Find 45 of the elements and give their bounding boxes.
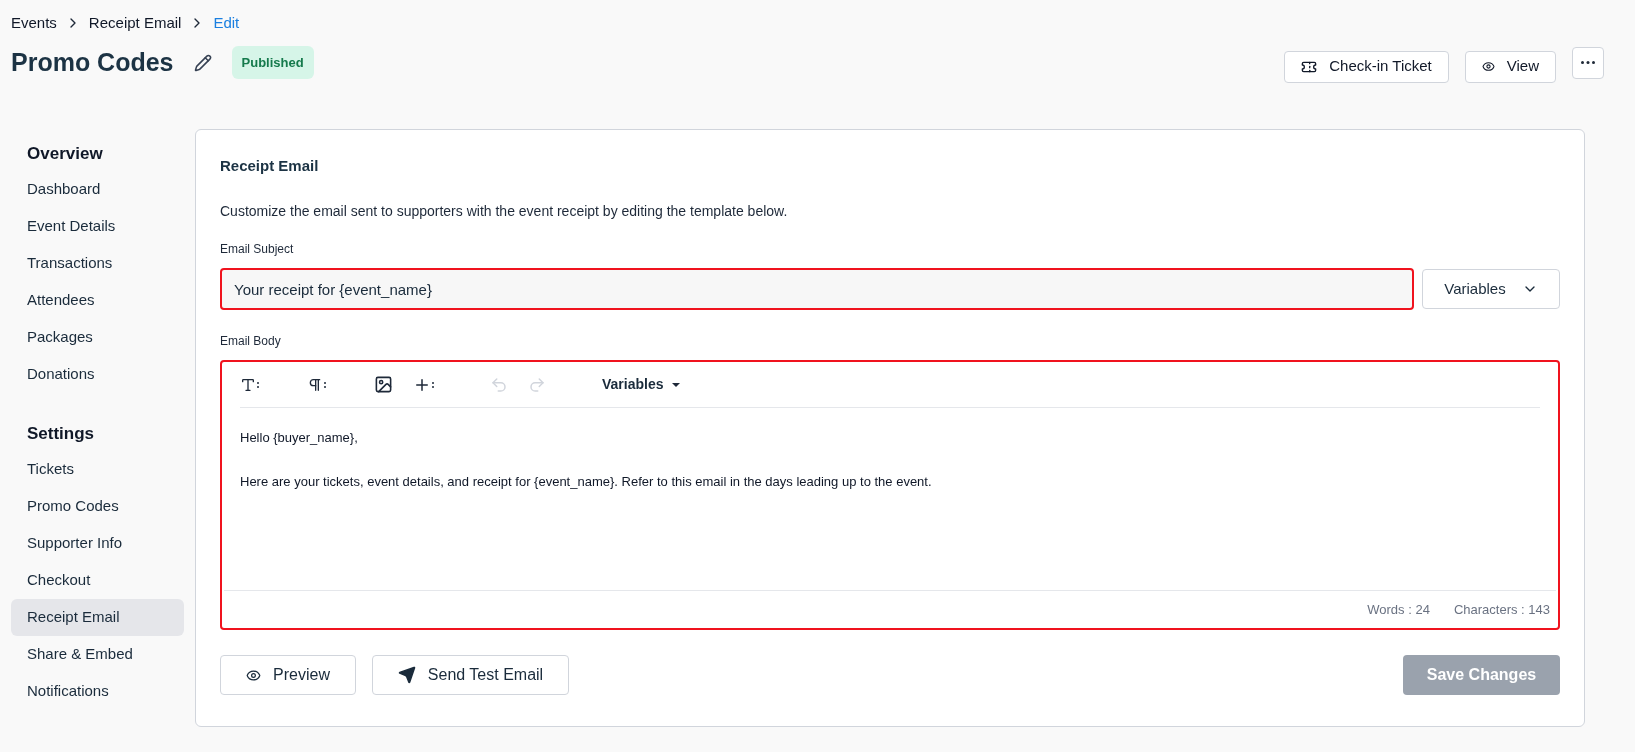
sidebar-item[interactable]: Event Details — [11, 207, 184, 245]
sidebar-item[interactable]: Packages — [11, 318, 184, 356]
eye-icon — [246, 667, 262, 683]
sidebar-item[interactable]: Transactions — [11, 244, 184, 282]
page-title: Promo Codes — [11, 46, 174, 78]
sidebar-item[interactable]: Notifications — [11, 672, 184, 710]
view-button[interactable]: View — [1464, 50, 1556, 83]
sidebar-item[interactable]: Checkout — [11, 561, 184, 599]
check-in-ticket-button[interactable]: Check-in Ticket — [1284, 50, 1449, 83]
field-label: Email Subject — [220, 241, 295, 258]
card-description: Customize the email sent to supporters with the event receipt by editing the template below. — [220, 202, 789, 221]
send-test-email-button[interactable]: Send Test Email — [372, 655, 569, 695]
variables-dropdown[interactable]: Variables — [1422, 269, 1560, 309]
breadcrumb-link[interactable]: Events — [11, 12, 57, 35]
sidebar-item[interactable]: Supporter Info — [11, 524, 184, 562]
sidebar-item[interactable]: Share & Embed — [11, 635, 184, 673]
subject-input-field[interactable]: Your receipt for {event_name} — [220, 268, 1414, 310]
status-badge: Published — [231, 45, 314, 80]
breadcrumb-link[interactable]: Receipt Email — [88, 12, 182, 35]
word-count: Words : 24 — [1367, 600, 1430, 619]
sidebar-heading: Overview — [26, 142, 104, 165]
sidebar-item[interactable]: Promo Codes — [11, 487, 184, 525]
more-options-button[interactable] — [1572, 46, 1604, 79]
body-paragraph: Hello {buyer_name}, — [240, 429, 359, 447]
more-dots-icon — [1581, 61, 1595, 64]
caret-icon — [671, 382, 680, 387]
image-icon[interactable] — [374, 375, 393, 394]
email-body-editor[interactable]: Variables Hello {buyer_name}, Here are your tickets, event details, and receipt for {event_name}. Refer to this email in the days leading up to the event. Words : 24 Characters : 143 — [220, 360, 1560, 630]
preview-button[interactable]: Preview — [220, 655, 356, 695]
send-icon — [397, 666, 416, 684]
character-count: Characters : 143 — [1453, 600, 1550, 619]
edit-pencil-icon[interactable] — [193, 53, 212, 72]
eye-icon — [1481, 60, 1495, 73]
sidebar-item[interactable]: Tickets — [11, 450, 184, 488]
sidebar-item[interactable]: Donations — [11, 355, 184, 393]
sidebar-item[interactable]: Receipt Email — [11, 598, 184, 636]
field-label: Email Body — [220, 333, 282, 350]
breadcrumb-link[interactable]: Edit — [213, 12, 240, 35]
sidebar-item[interactable]: Dashboard — [11, 170, 184, 208]
sidebar-heading: Settings — [26, 422, 96, 445]
sidebar-item[interactable]: Attendees — [11, 281, 184, 319]
card-title: Receipt Email — [220, 155, 320, 176]
variables-menu-button[interactable]: Variables — [602, 374, 680, 395]
save-changes-button: Save Changes — [1403, 655, 1560, 695]
body-paragraph: Here are your tickets, event details, and receipt for {event_name}. Refer to this email in the days leading up to the event. — [240, 472, 933, 491]
